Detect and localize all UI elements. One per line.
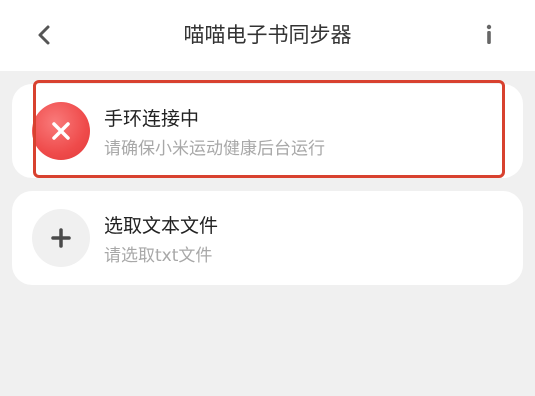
select-file-card[interactable]: 选取文本文件 请选取txt文件	[12, 191, 523, 285]
page-title: 喵喵电子书同步器	[183, 23, 352, 47]
connection-status-hint: 请确保小米运动健康后台运行	[104, 139, 325, 159]
chevron-left-icon	[38, 25, 50, 45]
select-file-hint: 请选取txt文件	[104, 246, 213, 266]
close-x-icon	[52, 122, 70, 140]
error-status-badge	[32, 102, 90, 160]
app-screen: 喵喵电子书同步器 手环连接中 请确保小米运动健康后台运行 选取文本文件 请选取t	[0, 0, 535, 396]
connection-status-card[interactable]: 手环连接中 请确保小米运动健康后台运行	[12, 84, 523, 178]
connection-status-title: 手环连接中	[104, 108, 200, 130]
select-file-title: 选取文本文件	[104, 215, 219, 237]
back-button[interactable]	[30, 20, 60, 50]
plus-icon	[51, 228, 71, 248]
top-bar: 喵喵电子书同步器	[0, 0, 535, 71]
add-file-button[interactable]	[32, 209, 90, 267]
info-button[interactable]	[474, 20, 504, 50]
info-icon	[486, 24, 492, 44]
